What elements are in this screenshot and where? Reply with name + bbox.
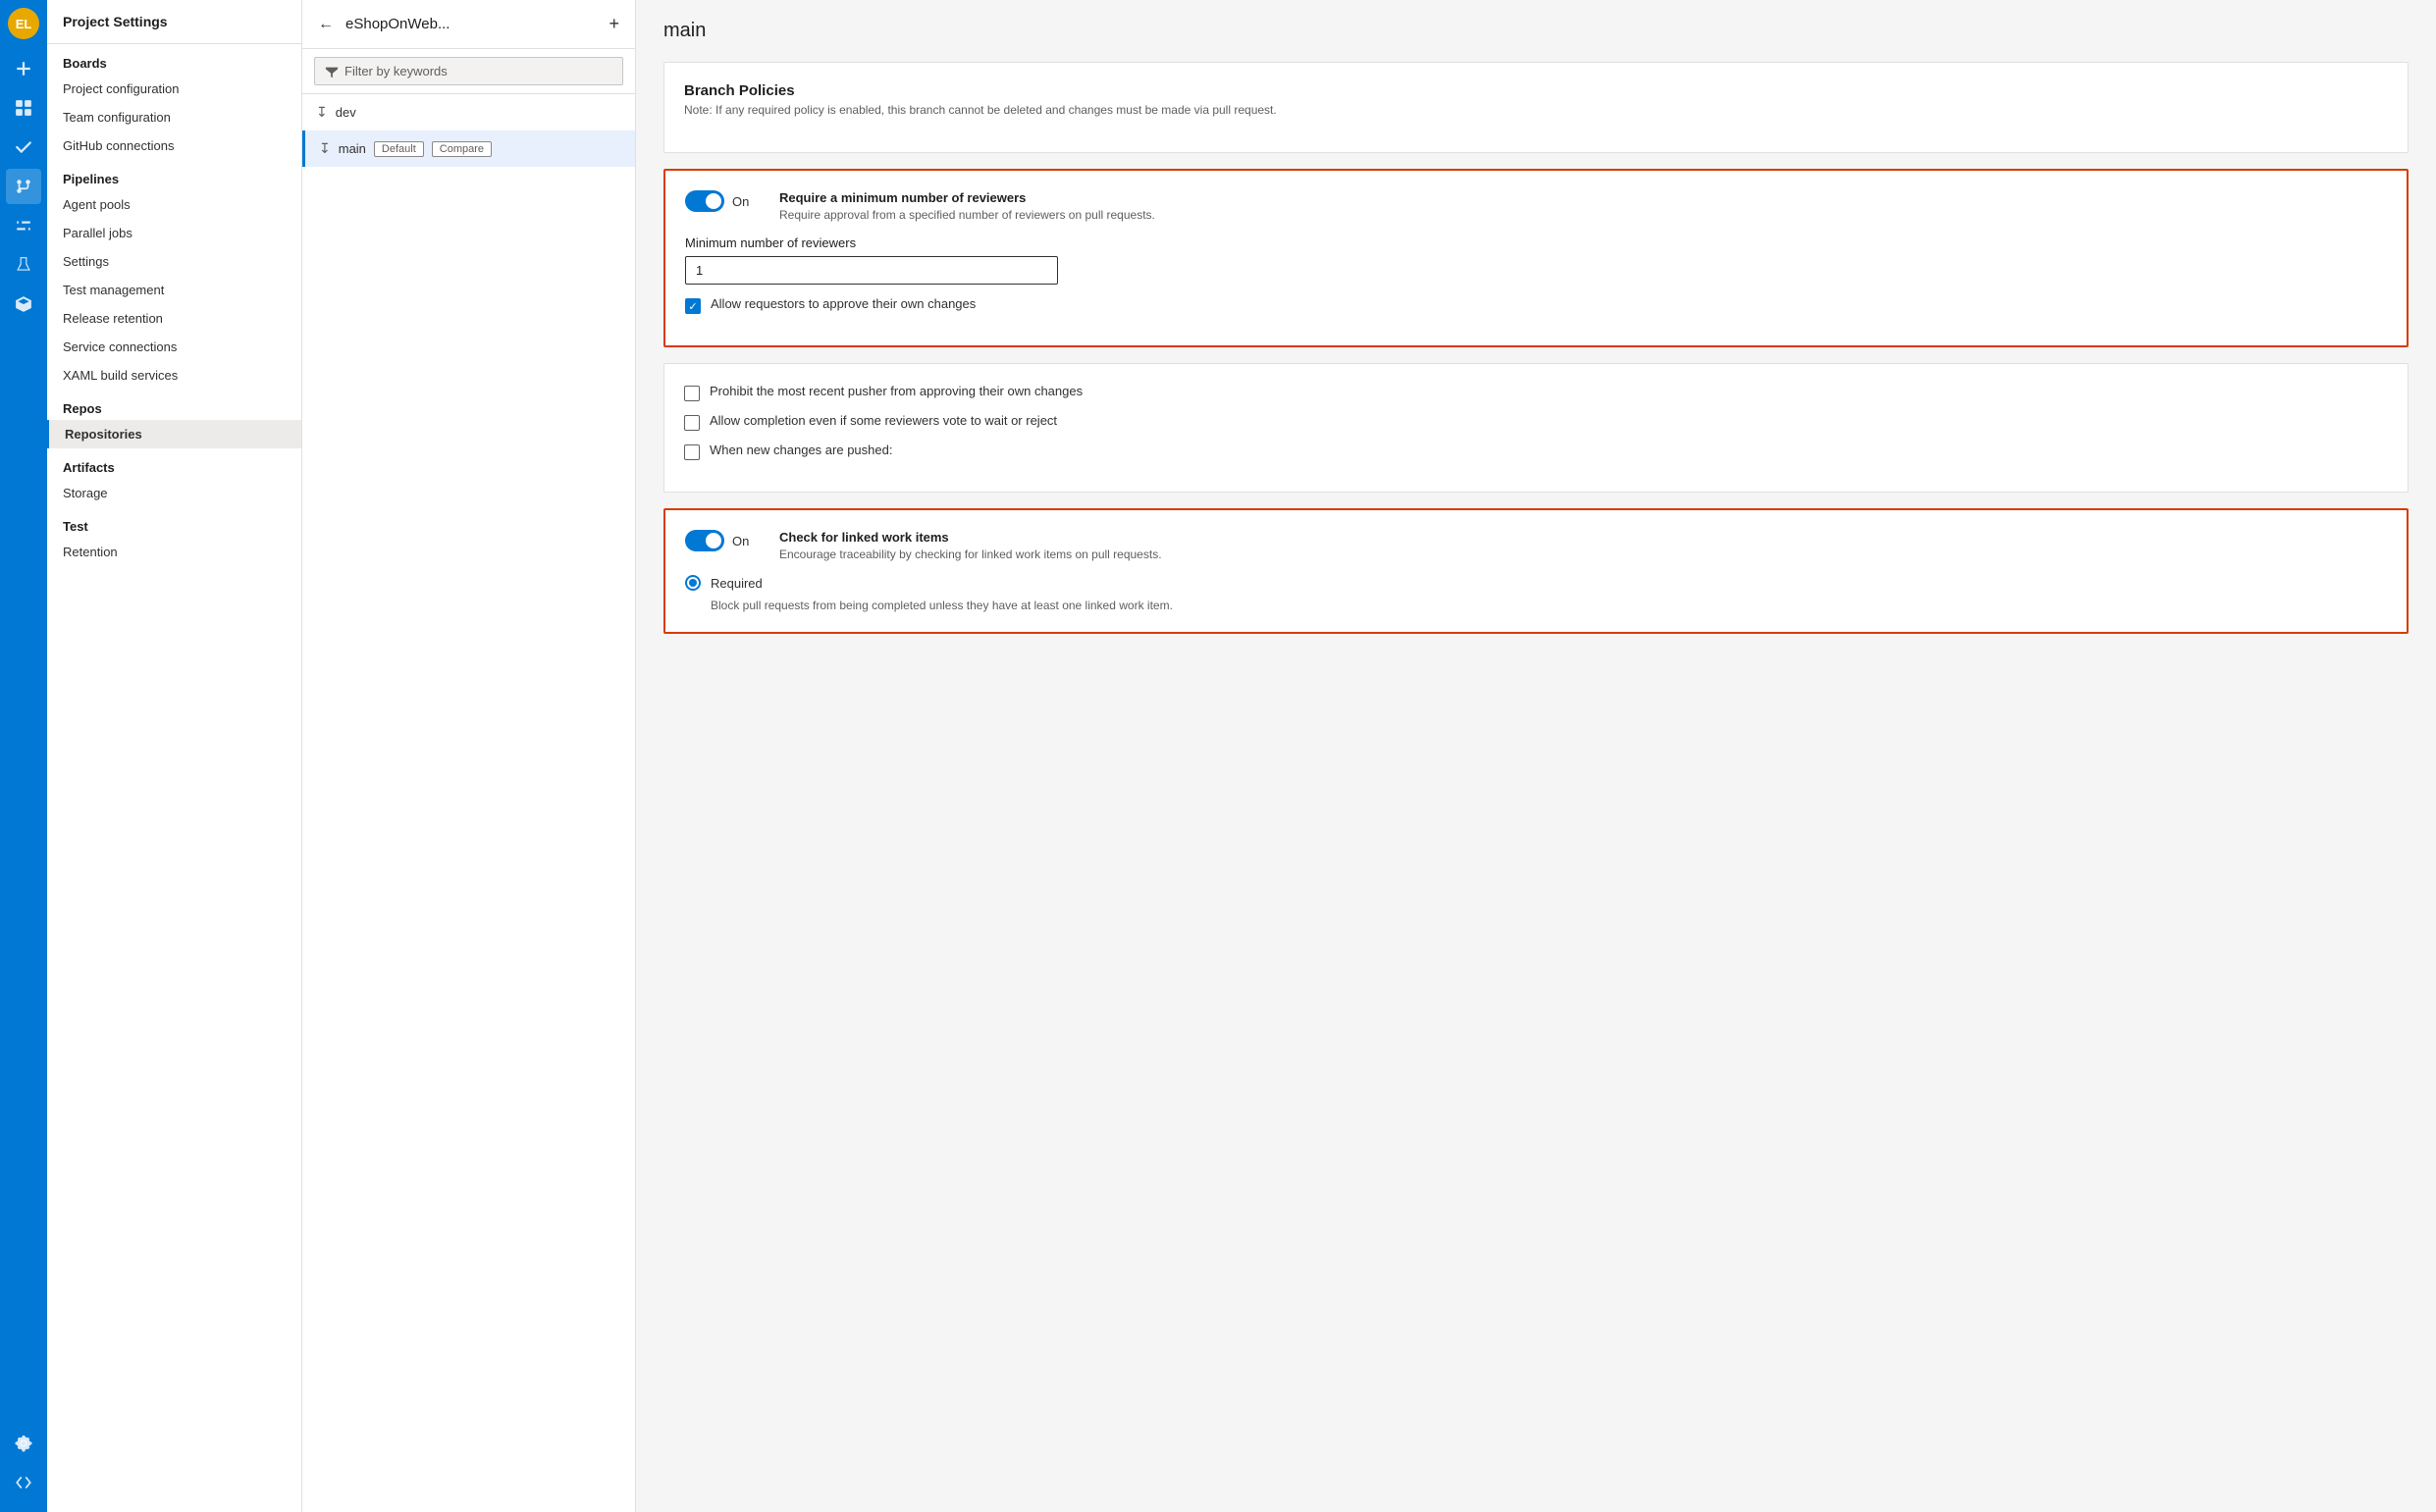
allow-completion-checkbox[interactable] — [684, 415, 700, 431]
new-changes-label: When new changes are pushed: — [710, 443, 892, 457]
linked-work-items-box: On Check for linked work items Encourage… — [663, 508, 2409, 634]
sidebar-item-settings[interactable]: Settings — [47, 247, 301, 276]
sidebar-title: Project Settings — [47, 0, 301, 44]
icon-bar: EL — [0, 0, 47, 1512]
branch-policies-header-box: Branch Policies Note: If any required po… — [663, 62, 2409, 153]
required-radio-label: Required — [711, 576, 763, 591]
flask-nav-icon[interactable] — [6, 247, 41, 283]
filter-input-container[interactable]: Filter by keywords — [314, 57, 623, 85]
allow-completion-row: Allow completion even if some reviewers … — [684, 413, 2388, 431]
required-radio[interactable] — [685, 575, 701, 591]
pipelines-nav-icon[interactable] — [6, 208, 41, 243]
sidebar-section-test: Test — [47, 507, 301, 538]
settings-nav-icon[interactable] — [6, 1426, 41, 1461]
required-radio-note: Block pull requests from being completed… — [711, 599, 2387, 612]
min-reviewers-sub: Minimum number of reviewers ✓ Allow requ… — [685, 235, 2387, 314]
linked-work-title: Check for linked work items — [779, 530, 1162, 545]
branch-name-dev: dev — [336, 105, 356, 120]
linked-work-sub: Required Block pull requests from being … — [685, 575, 2387, 612]
branch-icon-dev: ↧ — [316, 104, 328, 121]
min-reviewers-input[interactable] — [685, 256, 1058, 285]
min-reviewers-title: Require a minimum number of reviewers — [779, 190, 1155, 205]
middle-panel: ← eShopOnWeb... + Filter by keywords ↧ d… — [302, 0, 636, 1512]
artifact-nav-icon[interactable] — [6, 287, 41, 322]
add-branch-button[interactable]: + — [605, 10, 623, 38]
prohibit-pusher-row: Prohibit the most recent pusher from app… — [684, 384, 2388, 401]
min-reviewers-row: On Require a minimum number of reviewers… — [685, 190, 2387, 222]
min-reviewers-toggle-label: On — [732, 194, 749, 209]
linked-work-toggle[interactable] — [685, 530, 724, 551]
allow-requestors-row: ✓ Allow requestors to approve their own … — [685, 296, 2387, 314]
other-policies-box: Prohibit the most recent pusher from app… — [663, 363, 2409, 493]
allow-requestors-checkbox[interactable]: ✓ — [685, 298, 701, 314]
required-radio-row: Required — [685, 575, 2387, 591]
allow-requestors-label: Allow requestors to approve their own ch… — [711, 296, 976, 311]
filter-placeholder: Filter by keywords — [344, 64, 448, 78]
branch-name-main: main — [339, 141, 366, 156]
min-reviewers-toggle-area: On — [685, 190, 764, 212]
branch-tag-compare: Compare — [432, 141, 492, 157]
branch-icon-main: ↧ — [319, 140, 331, 157]
sidebar-section-pipelines: Pipelines — [47, 160, 301, 190]
sidebar-item-agent-pools[interactable]: Agent pools — [47, 190, 301, 219]
branch-policies-title: Branch Policies — [684, 82, 2388, 99]
sidebar-item-service-connections[interactable]: Service connections — [47, 333, 301, 361]
sidebar-section-boards: Boards — [47, 44, 301, 75]
git-nav-icon[interactable] — [6, 169, 41, 204]
linked-work-items-row: On Check for linked work items Encourage… — [685, 530, 2387, 561]
sidebar-item-retention[interactable]: Retention — [47, 538, 301, 566]
back-button[interactable]: ← — [314, 12, 338, 37]
new-changes-checkbox[interactable] — [684, 444, 700, 460]
middle-header: ← eShopOnWeb... + — [302, 0, 635, 49]
sidebar-item-parallel-jobs[interactable]: Parallel jobs — [47, 219, 301, 247]
branch-tag-default: Default — [374, 141, 424, 157]
allow-completion-label: Allow completion even if some reviewers … — [710, 413, 1057, 428]
boards-nav-icon[interactable] — [6, 90, 41, 126]
sidebar-item-repositories[interactable]: Repositories — [47, 420, 301, 448]
min-reviewers-box: On Require a minimum number of reviewers… — [663, 169, 2409, 347]
min-reviewers-toggle-knob — [706, 193, 721, 209]
sidebar-item-storage[interactable]: Storage — [47, 479, 301, 507]
min-reviewers-text: Require a minimum number of reviewers Re… — [779, 190, 1155, 222]
checkmark-nav-icon[interactable] — [6, 130, 41, 165]
linked-work-desc: Encourage traceability by checking for l… — [779, 547, 1162, 561]
page-title: main — [663, 20, 2409, 42]
min-reviewers-desc: Require approval from a specified number… — [779, 208, 1155, 222]
sidebar: Project Settings Boards Project configur… — [47, 0, 302, 1512]
sidebar-item-xaml-build[interactable]: XAML build services — [47, 361, 301, 390]
branch-item-dev[interactable]: ↧ dev — [302, 94, 635, 130]
branch-item-main[interactable]: ↧ main Default Compare — [302, 130, 635, 167]
sidebar-item-project-configuration[interactable]: Project configuration — [47, 75, 301, 103]
sidebar-item-team-configuration[interactable]: Team configuration — [47, 103, 301, 131]
new-changes-row: When new changes are pushed: — [684, 443, 2388, 460]
filter-bar: Filter by keywords — [302, 49, 635, 94]
linked-work-text: Check for linked work items Encourage tr… — [779, 530, 1162, 561]
user-avatar[interactable]: EL — [8, 8, 39, 39]
prohibit-pusher-label: Prohibit the most recent pusher from app… — [710, 384, 1083, 398]
plus-nav-icon[interactable] — [6, 51, 41, 86]
branch-list: ↧ dev ↧ main Default Compare — [302, 94, 635, 1512]
required-radio-dot — [689, 579, 697, 587]
sidebar-section-repos: Repos — [47, 390, 301, 420]
repo-title: eShopOnWeb... — [345, 16, 597, 32]
branch-policies-note: Note: If any required policy is enabled,… — [684, 103, 2388, 117]
sidebar-item-release-retention[interactable]: Release retention — [47, 304, 301, 333]
min-reviewers-toggle[interactable] — [685, 190, 724, 212]
prohibit-pusher-checkbox[interactable] — [684, 386, 700, 401]
main-content: main Branch Policies Note: If any requir… — [636, 0, 2436, 1512]
filter-icon — [325, 65, 339, 78]
expand-nav-icon[interactable] — [6, 1465, 41, 1500]
sidebar-item-github-connections[interactable]: GitHub connections — [47, 131, 301, 160]
linked-work-toggle-label: On — [732, 534, 749, 548]
min-reviewers-input-label: Minimum number of reviewers — [685, 235, 2387, 250]
linked-work-toggle-area: On — [685, 530, 764, 551]
linked-work-toggle-knob — [706, 533, 721, 548]
sidebar-item-test-management[interactable]: Test management — [47, 276, 301, 304]
sidebar-section-artifacts: Artifacts — [47, 448, 301, 479]
